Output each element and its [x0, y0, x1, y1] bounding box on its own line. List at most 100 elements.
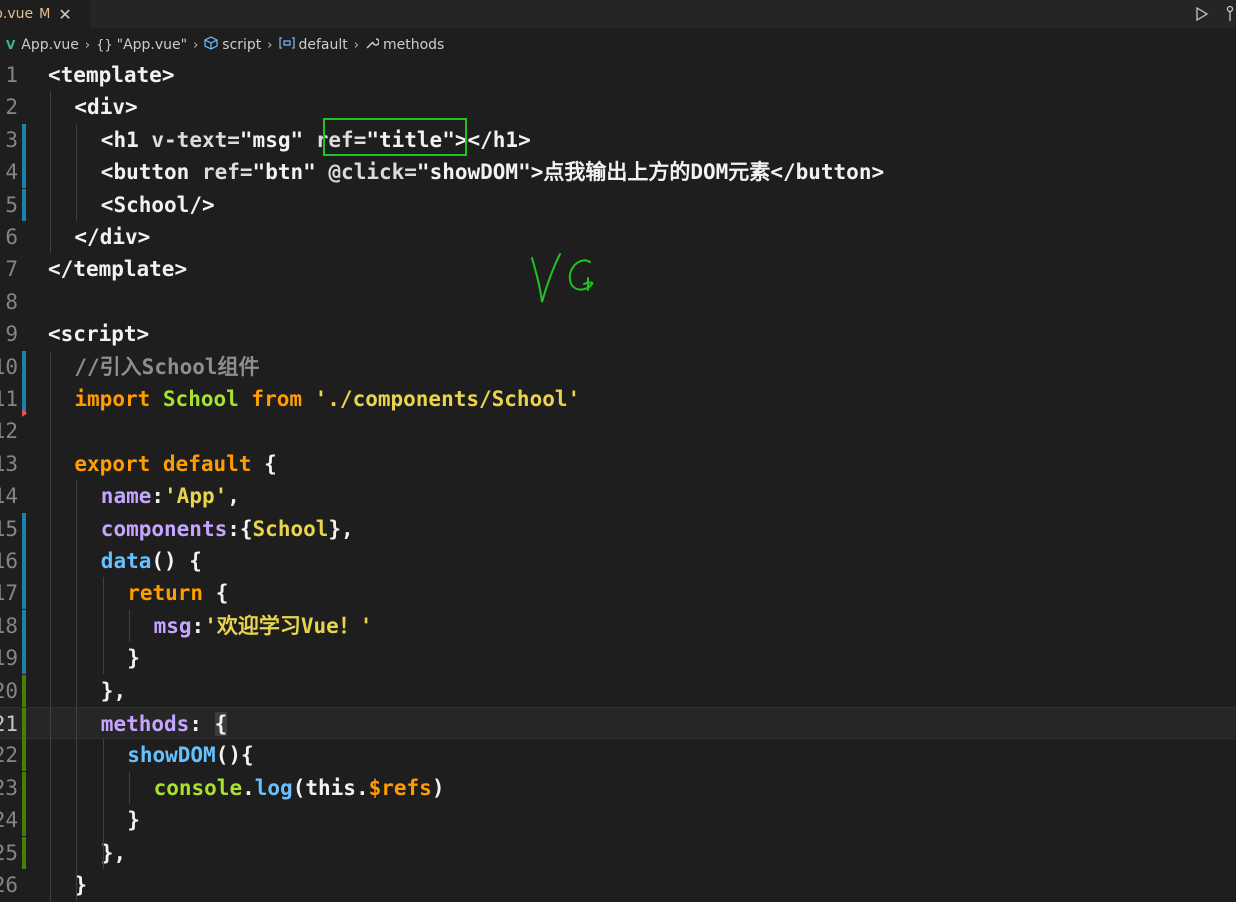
code-text: msg:'欢迎学习Vue！': [154, 610, 373, 642]
git-added-marker: [22, 675, 26, 707]
code-token: template: [60, 63, 162, 87]
line-number: 19: [0, 646, 18, 670]
code-line[interactable]: 26}: [0, 869, 1236, 901]
code-token: },: [100, 841, 127, 865]
code-token: >: [530, 160, 544, 184]
indent-guide: [76, 124, 78, 221]
git-modified-marker: [22, 577, 26, 609]
code-line[interactable]: 2 <div>: [0, 91, 1236, 123]
code-token: School: [113, 193, 190, 217]
code-token: h1: [113, 128, 152, 152]
code-line[interactable]: 16 data() {: [0, 545, 1236, 577]
code-text: },: [101, 837, 126, 869]
breadcrumb: V App.vue › {} "App.vue" › script › defa…: [0, 31, 1236, 59]
code-line[interactable]: 8: [0, 286, 1236, 318]
code-token: ,: [227, 484, 240, 508]
breadcrumb-item-script[interactable]: script: [204, 36, 261, 54]
code-token: console: [153, 776, 243, 800]
editor-tab-app-vue[interactable]: p.vue M ✕: [0, 0, 90, 28]
code-line[interactable]: 19}: [0, 642, 1236, 674]
code-line[interactable]: 14 name:'App',: [0, 480, 1236, 512]
code-token: "msg": [239, 128, 316, 152]
code-token: },: [100, 679, 127, 703]
line-number: 16: [0, 549, 18, 573]
line-number: 8: [5, 290, 18, 314]
code-text: showDOM(){: [127, 739, 253, 771]
code-line[interactable]: 18 msg:'欢迎学习Vue！': [0, 610, 1236, 642]
git-modified-marker: [22, 545, 26, 577]
code-token: name: [100, 484, 152, 508]
code-line[interactable]: 6 </div>: [0, 221, 1236, 253]
code-token: >: [137, 225, 151, 249]
code-line[interactable]: 12: [0, 415, 1236, 447]
handwritten-annotation: [531, 253, 594, 303]
indent-guide: [50, 91, 51, 253]
code-line[interactable]: 3 <h1 v-text="msg" ref="title"></h1>: [0, 124, 1236, 156]
cube-icon: [204, 36, 218, 54]
code-token: {: [214, 712, 228, 736]
editor-tab-bar: p.vue M ✕: [0, 0, 1236, 28]
line-number: 14: [0, 484, 18, 508]
code-text: <template>: [48, 59, 174, 91]
code-text: },: [101, 675, 126, 707]
code-line[interactable]: 17 return {: [0, 577, 1236, 609]
code-line[interactable]: 11 import School from './components/Schoo…: [0, 383, 1236, 417]
code-token: import: [74, 387, 163, 411]
compare-icon[interactable]: [1224, 5, 1236, 23]
code-token: showDOM: [127, 743, 216, 767]
code-token: from: [251, 387, 315, 411]
code-token: script: [60, 322, 137, 346]
code-line[interactable]: 21 methods: {: [0, 707, 1236, 740]
code-line[interactable]: 4 <button ref="btn" @click="showDOM">点我输出…: [0, 156, 1236, 188]
editor-actions: [1194, 0, 1236, 28]
code-text: import School from './components/School': [74, 383, 580, 415]
code-line[interactable]: 24}: [0, 804, 1236, 836]
indent-guide: [129, 610, 131, 642]
code-editor[interactable]: 1 <template> 2 <div> 3 <h1 v-text="msg" ref="…: [0, 59, 1236, 902]
line-number: 22: [0, 743, 18, 767]
line-number: 7: [5, 257, 18, 281]
code-line[interactable]: 9 <script>: [0, 318, 1236, 350]
code-token: '欢迎学习Vue！': [204, 614, 373, 638]
code-line[interactable]: 10 //引入School组件: [0, 351, 1236, 383]
breadcrumb-item-methods[interactable]: methods: [365, 36, 444, 54]
run-icon[interactable]: [1194, 6, 1210, 22]
indent-guide: [50, 351, 51, 902]
indent-guide: [102, 577, 104, 674]
code-text: console.log(this.$refs): [154, 772, 445, 804]
line-number: 26: [0, 873, 18, 897]
code-token: div: [87, 95, 125, 119]
indent-guide: [129, 772, 131, 804]
code-text: }: [127, 642, 140, 674]
code-line[interactable]: 25},: [0, 837, 1236, 869]
close-icon[interactable]: ✕: [58, 5, 71, 24]
code-token: {: [264, 452, 277, 476]
line-number: 5: [5, 193, 18, 217]
breadcrumb-item-sfc[interactable]: {} "App.vue": [96, 37, 187, 53]
code-token: >: [161, 63, 175, 87]
code-token: data: [100, 549, 152, 573]
code-token: msg: [153, 614, 192, 638]
chevron-right-icon: ›: [84, 37, 91, 53]
code-line[interactable]: 15 components:{School},: [0, 513, 1236, 545]
breadcrumb-item-file[interactable]: App.vue: [21, 37, 79, 53]
code-line[interactable]: 5 <School/>: [0, 189, 1236, 221]
code-token: .: [355, 776, 369, 800]
code-line[interactable]: 22 showDOM(){: [0, 739, 1236, 771]
code-token: return: [127, 581, 216, 605]
code-line[interactable]: 20},: [0, 675, 1236, 707]
git-added-marker: [22, 708, 26, 740]
breadcrumb-item-default[interactable]: default: [278, 37, 348, 53]
code-token: },: [328, 517, 354, 541]
code-line[interactable]: 13 export default {: [0, 448, 1236, 480]
code-line[interactable]: 7 </template>: [0, 253, 1236, 285]
code-line[interactable]: 23console.log(this.$refs): [0, 772, 1236, 804]
code-line[interactable]: 1 <template>: [0, 59, 1236, 91]
line-number: 10: [0, 355, 18, 379]
git-added-marker: [22, 739, 26, 771]
code-token: <: [74, 95, 88, 119]
code-token: :: [191, 614, 205, 638]
code-text: methods: {: [101, 708, 228, 740]
git-added-marker: [22, 804, 26, 836]
code-token: template: [73, 257, 175, 281]
